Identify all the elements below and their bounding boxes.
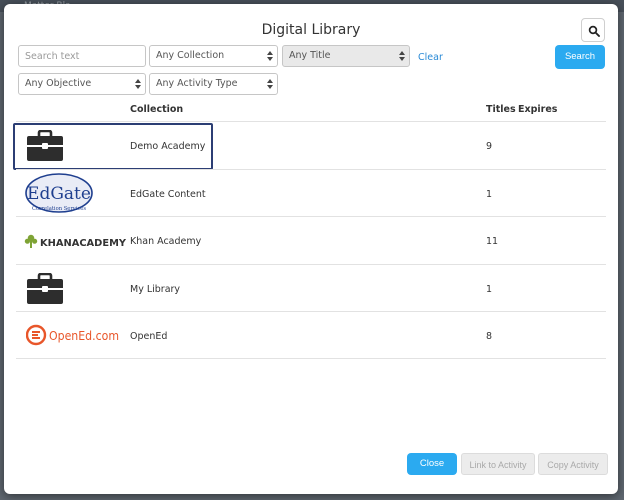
row-titles-count: 1 (486, 283, 493, 295)
objective-select[interactable]: Any Objective (18, 73, 146, 95)
titles-column-header: Titles (486, 104, 516, 115)
table-row[interactable]: Demo Academy 9 (13, 121, 606, 170)
search-button[interactable]: Search (555, 45, 605, 69)
search-text-input[interactable] (18, 45, 146, 67)
modal-title: Digital Library (261, 22, 361, 38)
search-toggle-button[interactable] (581, 18, 605, 42)
row-logo: EdGate Correlation Services (24, 170, 128, 217)
row-collection-name: Demo Academy (130, 141, 206, 152)
select-arrows-icon (135, 79, 141, 89)
row-logo (24, 122, 128, 169)
title-select-value: Any Title (289, 50, 331, 61)
select-arrows-icon (267, 79, 273, 89)
expires-column-header: Expires (518, 104, 558, 115)
edgate-logo: EdGate Correlation Services (25, 172, 93, 213)
svg-text:Correlation Services: Correlation Services (32, 206, 86, 212)
row-logo: KHANACADEMY (24, 217, 128, 264)
row-titles-count: 8 (486, 331, 493, 342)
svg-text:EdGate: EdGate (27, 184, 91, 204)
row-logo: OpenEd.com (24, 312, 128, 359)
row-collection-name: Khan Academy (130, 236, 202, 247)
row-titles-count: 9 (486, 141, 493, 152)
khan-academy-logo: KHANACADEMY (24, 234, 127, 249)
search-icon (588, 25, 600, 37)
activity-type-select-value: Any Activity Type (156, 78, 238, 89)
close-button[interactable]: Close (407, 453, 457, 475)
select-arrows-icon (399, 51, 405, 61)
row-titles-count: 1 (486, 188, 493, 200)
briefcase-icon (27, 130, 63, 161)
table-row[interactable]: OpenEd.com OpenEd 8 (16, 311, 606, 359)
clear-filters-link[interactable]: Clear (418, 52, 443, 63)
collection-column-header: Collection (130, 104, 184, 115)
title-select[interactable]: Any Title (282, 45, 410, 67)
select-arrows-icon (267, 51, 273, 61)
svg-text:OpenEd.com: OpenEd.com (49, 329, 119, 343)
svg-text:KHANACADEMY: KHANACADEMY (40, 238, 127, 249)
row-collection-name: My Library (130, 283, 181, 295)
collection-select[interactable]: Any Collection (149, 45, 278, 67)
row-logo (24, 265, 128, 312)
digital-library-modal: Digital Library Any Collection Any Title… (4, 4, 618, 494)
row-titles-count: 11 (486, 236, 499, 247)
objective-select-value: Any Objective (25, 78, 92, 89)
link-to-activity-button[interactable]: Link to Activity (461, 453, 535, 475)
collection-table: Demo Academy 9 EdGate Correlation Servic… (13, 121, 606, 359)
row-collection-name: EdGate Content (130, 188, 206, 200)
activity-type-select[interactable]: Any Activity Type (149, 73, 278, 95)
table-row[interactable]: My Library 1 (16, 263, 606, 312)
row-collection-name: OpenEd (130, 331, 168, 342)
opened-logo: OpenEd.com (26, 324, 119, 346)
table-row[interactable]: EdGate Correlation Services EdGate Conte… (16, 168, 606, 217)
briefcase-icon (27, 272, 63, 304)
table-row[interactable]: KHANACADEMY Khan Academy 11 (16, 216, 606, 264)
collection-select-value: Any Collection (156, 50, 225, 61)
copy-activity-button[interactable]: Copy Activity (538, 453, 608, 475)
